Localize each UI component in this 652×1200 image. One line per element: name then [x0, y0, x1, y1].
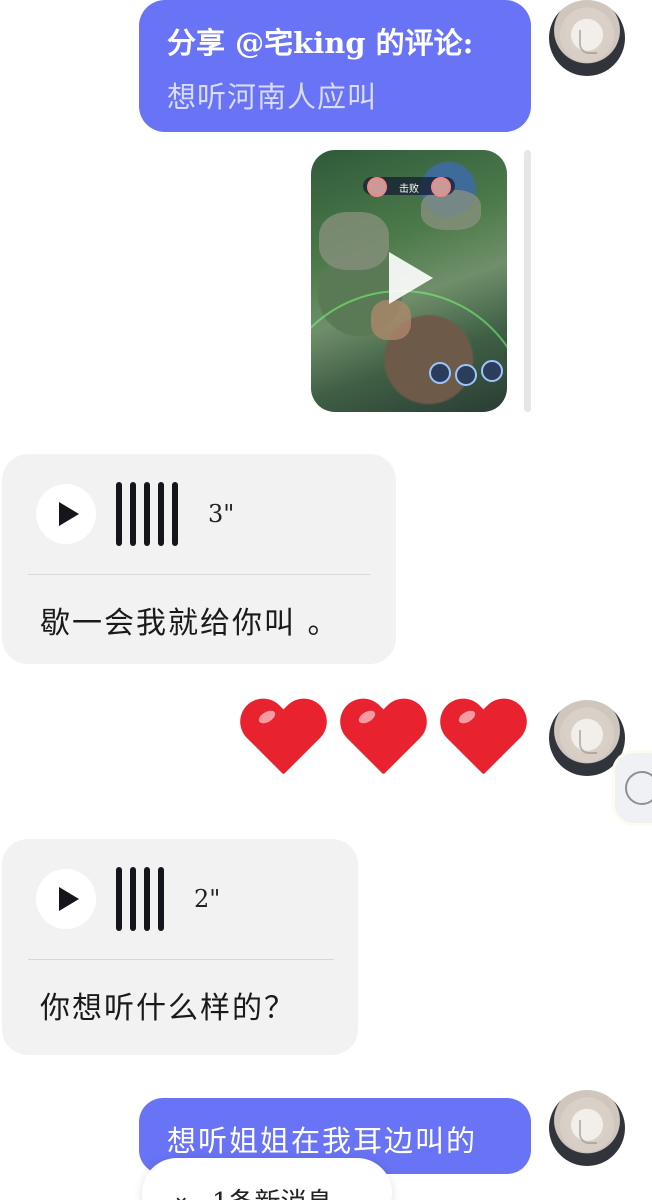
voice-waveform-icon [116, 482, 178, 546]
video-scrollbar[interactable] [524, 150, 531, 412]
shared-comment-text: 想听河南人应叫 [167, 80, 378, 114]
new-message-label: 1条新消息 [212, 1182, 333, 1200]
voice-transcript: 你想听什么样的？ [40, 991, 296, 1026]
new-message-button[interactable]: ⌄ 1条新消息 [142, 1158, 392, 1200]
chevron-down-icon: ⌄ [172, 1184, 191, 1200]
floating-assistant-button[interactable] [612, 750, 652, 826]
skill-icon [455, 364, 477, 386]
heart-icon [238, 700, 328, 784]
skill-icon [481, 360, 503, 382]
voice-duration: 3" [208, 500, 235, 528]
voice-waveform-icon [116, 867, 164, 931]
heart-icon [338, 700, 428, 784]
voice-duration: 2" [194, 885, 221, 913]
skill-icon [429, 362, 451, 384]
heart-icon [438, 700, 528, 784]
shared-comment-bubble[interactable]: 分享 @宅king 的评论: 想听河南人应叫 [139, 0, 531, 132]
heart-emoji-message[interactable] [238, 700, 528, 784]
divider [28, 959, 334, 960]
voice-transcript: 歇一会我就给你叫 。 [40, 606, 340, 641]
text-message-content: 想听姐姐在我耳边叫的 [167, 1124, 478, 1158]
voice-message-bubble[interactable]: 3" 歇一会我就给你叫 。 [2, 454, 396, 664]
voice-message-bubble[interactable]: 2" 你想听什么样的？ [2, 839, 358, 1055]
voice-play-button[interactable] [36, 869, 96, 929]
hero-portrait-icon [431, 177, 451, 197]
assistant-icon [625, 771, 652, 805]
self-avatar[interactable] [549, 1090, 625, 1166]
play-icon[interactable] [389, 252, 433, 304]
video-message[interactable]: 击败 [311, 150, 507, 412]
hero-portrait-icon [367, 177, 387, 197]
divider [28, 574, 370, 575]
video-hud-label: 击败 [399, 184, 419, 195]
voice-play-button[interactable] [36, 484, 96, 544]
shared-comment-title: 分享 @宅king 的评论: [167, 26, 474, 60]
self-avatar[interactable] [549, 0, 625, 76]
